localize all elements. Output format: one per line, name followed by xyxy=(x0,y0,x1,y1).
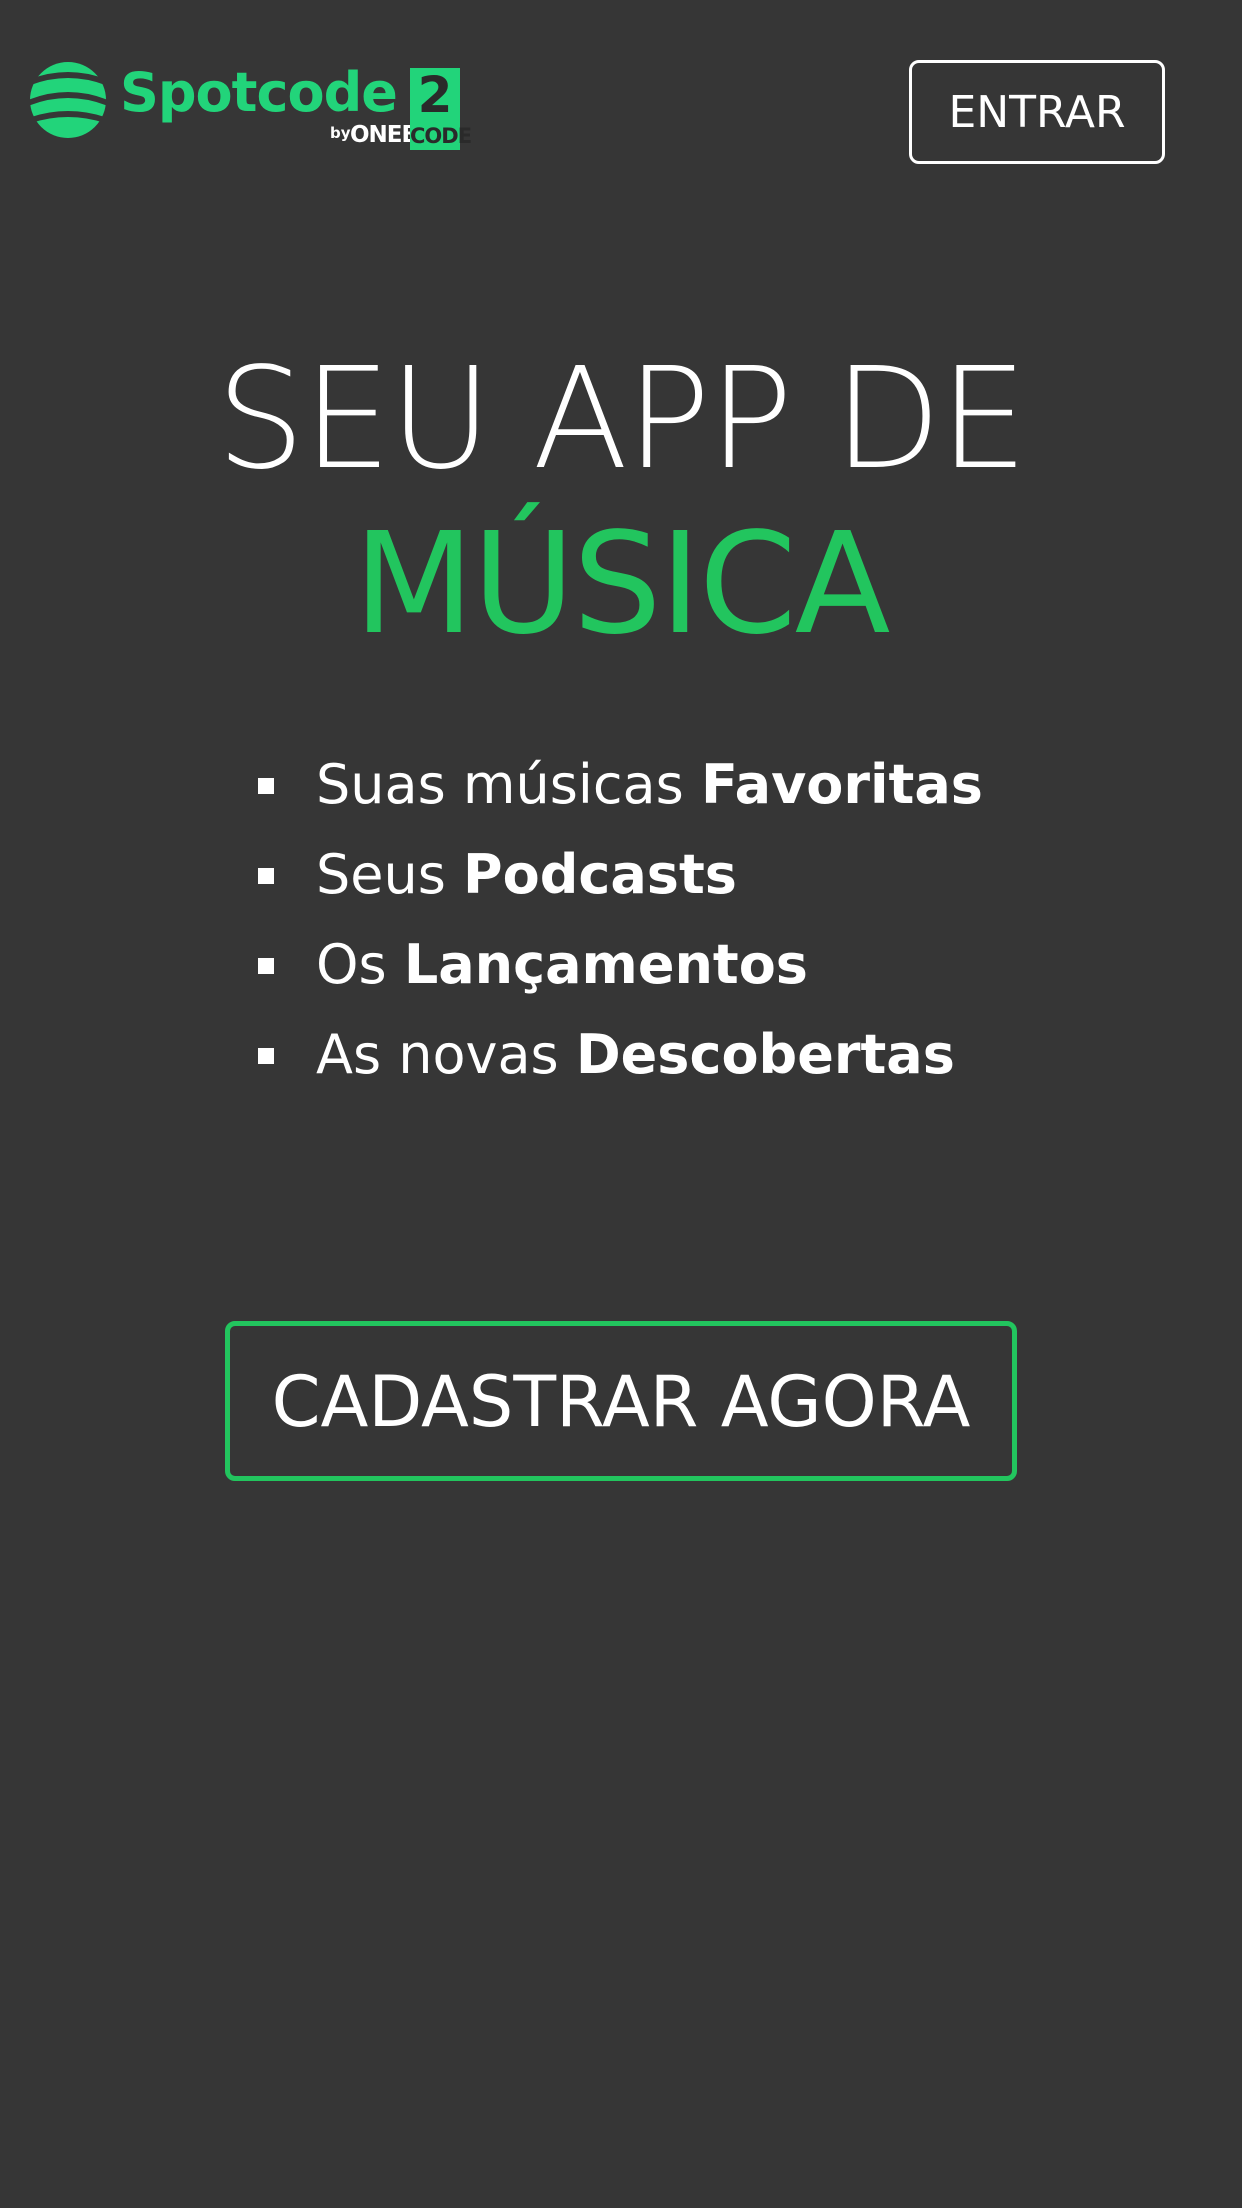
square-bullet-icon xyxy=(258,958,274,974)
feature-highlight: Descobertas xyxy=(575,1023,955,1086)
hero-title-line1: SEU APP DE xyxy=(216,338,1028,501)
feature-list: Suas músicas Favoritas Seus Podcasts Os … xyxy=(258,740,983,1100)
logo-code-text: CODE xyxy=(410,122,472,150)
square-bullet-icon xyxy=(258,868,274,884)
feature-text: As novas xyxy=(316,1023,576,1086)
feature-text: Seus xyxy=(316,843,464,906)
header: Spotcode 2 by ONEBIT CODE ENTRAR xyxy=(0,0,1242,200)
feature-highlight: Podcasts xyxy=(463,843,737,906)
list-item: As novas Descobertas xyxy=(258,1010,983,1100)
hero-section: SEU APP DE MÚSICA xyxy=(0,340,1242,670)
logo-wordmark: Spotcode xyxy=(120,61,398,124)
logo-by-text: by xyxy=(330,124,351,142)
logo-number: 2 xyxy=(410,68,460,122)
soundwave-sphere-icon xyxy=(30,62,106,138)
square-bullet-icon xyxy=(258,778,274,794)
list-item: Suas músicas Favoritas xyxy=(258,740,983,830)
spotcode-logo[interactable]: Spotcode 2 by ONEBIT CODE xyxy=(28,58,472,158)
login-button[interactable]: ENTRAR xyxy=(909,60,1165,164)
feature-highlight: Favoritas xyxy=(700,753,983,816)
feature-text: Os xyxy=(316,933,404,996)
hero-title-line2: MÚSICA xyxy=(353,503,891,666)
square-bullet-icon xyxy=(258,1048,274,1064)
feature-highlight: Lançamentos xyxy=(403,933,808,996)
signup-now-button[interactable]: CADASTRAR AGORA xyxy=(225,1321,1017,1481)
list-item: Os Lançamentos xyxy=(258,920,983,1010)
list-item: Seus Podcasts xyxy=(258,830,983,920)
feature-text: Suas músicas xyxy=(316,753,701,816)
